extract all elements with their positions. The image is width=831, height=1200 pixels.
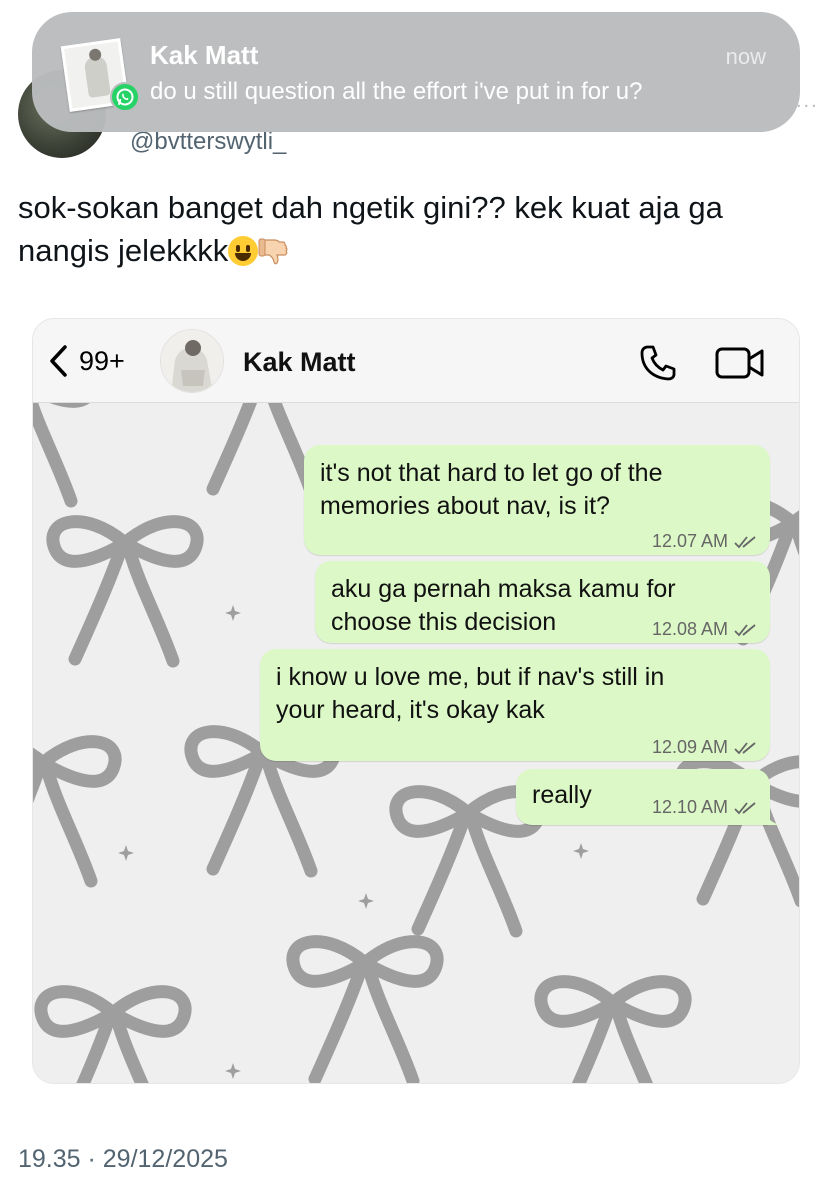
message-bubble[interactable]: it's not that hard to let go of the memor…	[304, 445, 770, 555]
chat-screenshot: 99+ Kak Matt it's not that hard to let g…	[32, 318, 800, 1084]
message-meta: 12.10 AM	[652, 791, 756, 824]
message-bubble[interactable]: i know u love me, but if nav's still in y…	[260, 649, 770, 761]
notification-message: do u still question all the effort i've …	[150, 78, 643, 105]
double-check-icon	[734, 623, 756, 636]
notification-title: Kak Matt	[150, 40, 259, 70]
message-bubble[interactable]: really 12.10 AM	[516, 769, 780, 825]
back-button[interactable]: 99+	[47, 341, 125, 381]
contact-avatar[interactable]	[160, 329, 224, 393]
notification-time: now	[725, 44, 766, 69]
tweet-text-line1: sok-sokan banget dah ngetik gini?? kek k…	[18, 190, 723, 225]
message-text: i know u love me, but if nav's still in y…	[276, 663, 665, 724]
tweet-text-line2: nangis jelekkkk	[18, 233, 229, 268]
chevron-left-icon	[50, 345, 67, 377]
message-meta: 12.09 AM	[652, 731, 756, 764]
message-time: 12.10 AM	[651, 797, 728, 817]
author-handle[interactable]: @bvtterswytli_	[130, 128, 286, 156]
tweet-timestamp[interactable]: 19.35 · 29/12/2025	[18, 1145, 228, 1174]
message-text: it's not that hard to let go of the memor…	[320, 459, 663, 520]
notification-banner[interactable]: Kak Matt do u still question all the eff…	[32, 12, 800, 132]
double-check-icon	[734, 535, 756, 548]
contact-name[interactable]: Kak Matt	[243, 347, 356, 378]
message-meta: 12.08 AM	[652, 613, 756, 646]
double-check-icon	[734, 801, 756, 814]
thumbs-down-icon	[258, 238, 288, 265]
message-time: 12.09 AM	[651, 737, 728, 757]
message-text: really	[532, 781, 592, 809]
double-check-icon	[734, 741, 756, 754]
message-time: 12.08 AM	[651, 619, 728, 639]
phone-icon[interactable]	[638, 343, 678, 383]
whatsapp-icon	[110, 82, 140, 112]
unread-count: 99+	[79, 345, 125, 376]
message-bubble[interactable]: aku ga pernah maksa kamu for choose this …	[315, 561, 770, 643]
bubble-tail	[764, 809, 780, 825]
tweet-text: sok-sokan banget dah ngetik gini?? kek k…	[18, 186, 808, 272]
chat-header: 99+ Kak Matt	[33, 319, 799, 403]
grinning-face-icon	[228, 236, 259, 266]
message-meta: 12.07 AM	[652, 525, 756, 558]
video-call-icon[interactable]	[715, 345, 765, 381]
message-time: 12.07 AM	[651, 531, 728, 551]
message-text: aku ga pernah maksa kamu for choose this …	[331, 575, 676, 636]
